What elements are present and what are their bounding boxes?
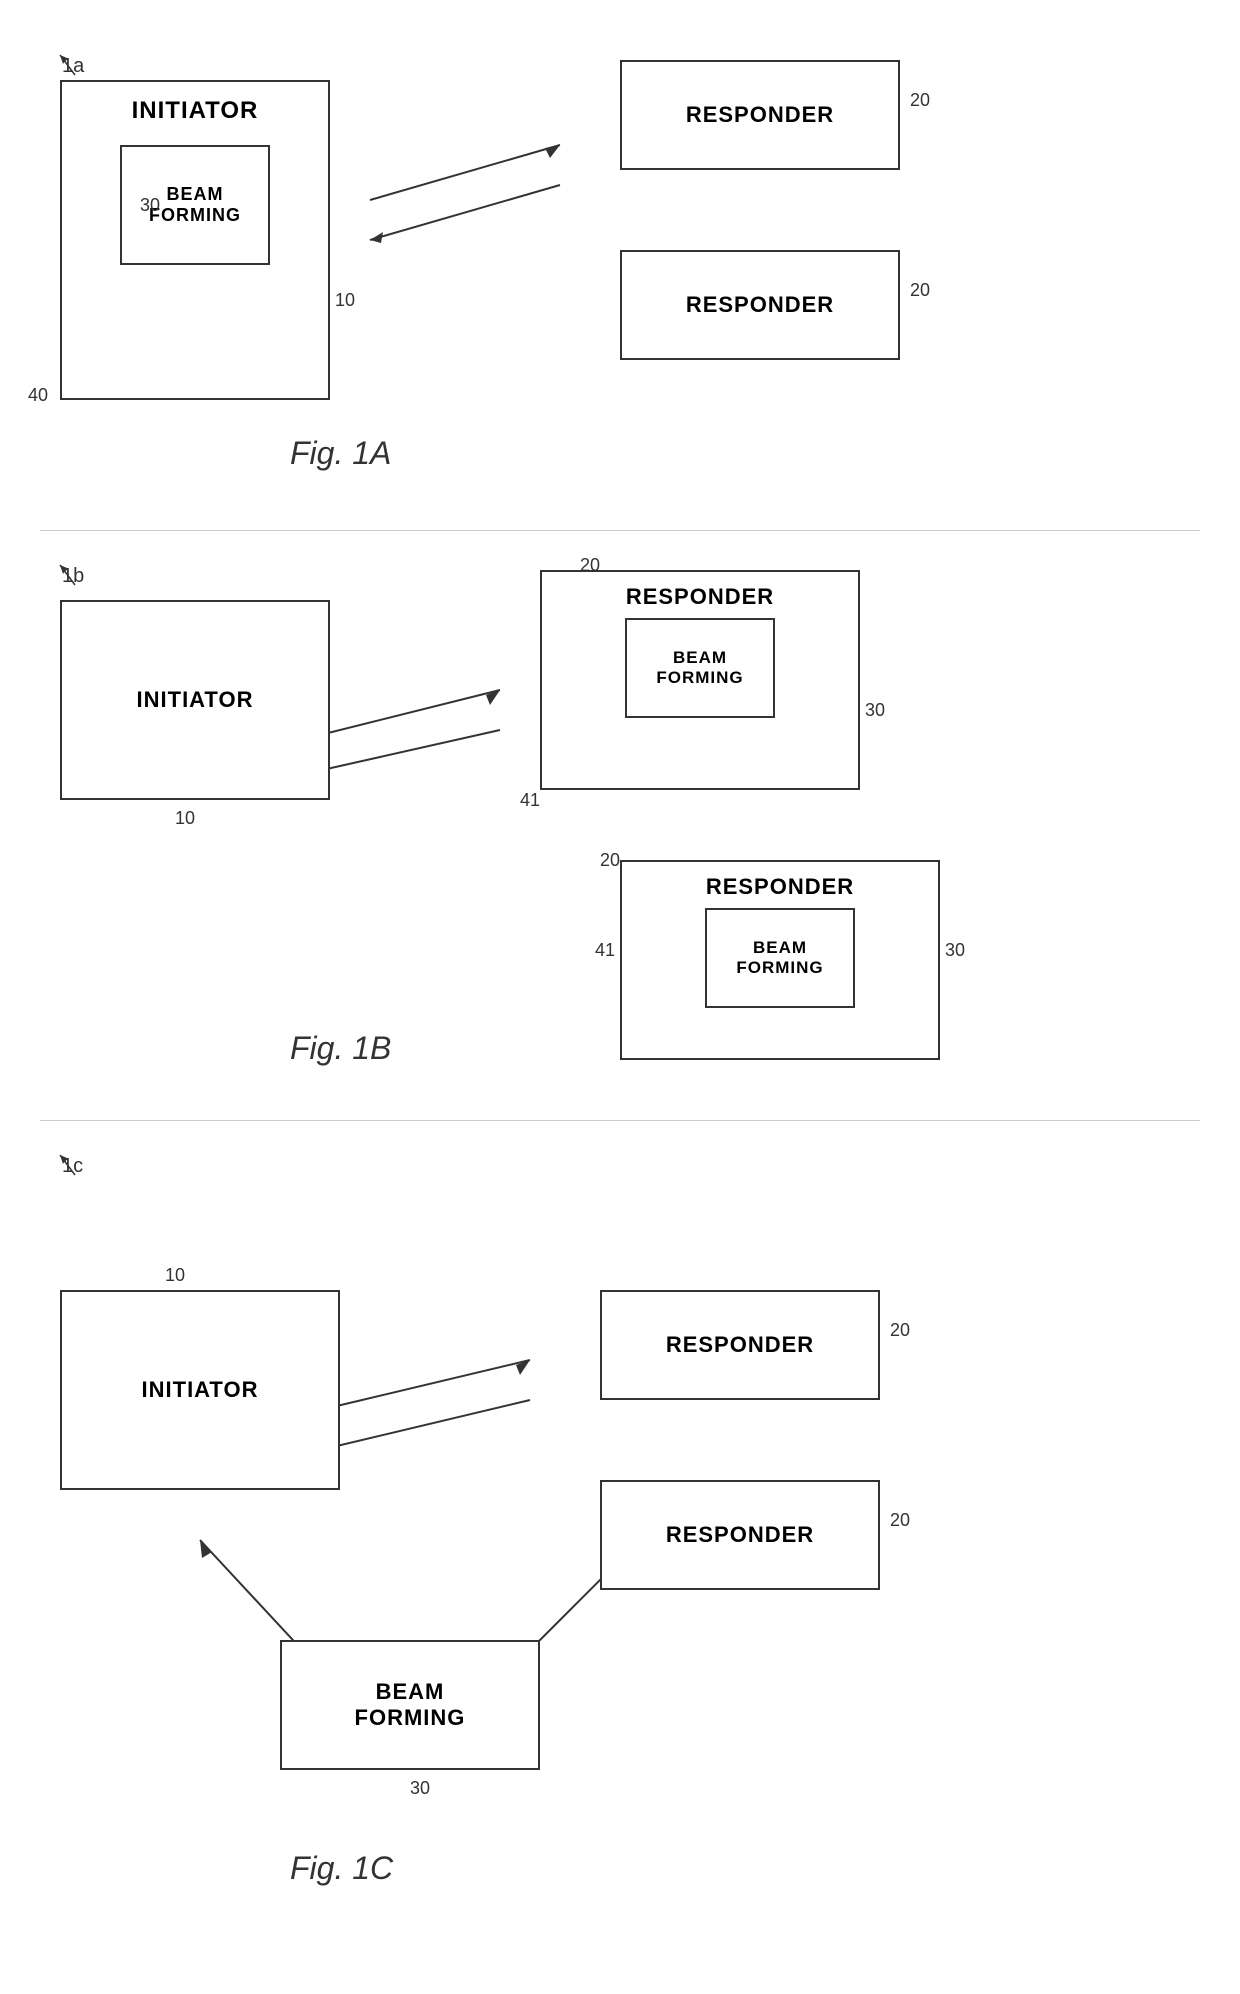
fig1c-label: Fig. 1C bbox=[290, 1850, 393, 1887]
diagram-container: 1a INITIATOR BEAM FORMING 30 10 40 RESPO… bbox=[0, 0, 1240, 1994]
fig1a-responder2-label: RESPONDER bbox=[686, 292, 834, 318]
fig1c-responder2-box: RESPONDER bbox=[600, 1480, 880, 1590]
fig1b-beamforming2-box: BEAM FORMING bbox=[705, 908, 855, 1008]
fig1a-responder1-label: RESPONDER bbox=[686, 102, 834, 128]
fig1c-ref-20-1: 20 bbox=[890, 1320, 910, 1341]
fig1b-ref-30-2: 30 bbox=[945, 940, 965, 961]
fig1c-beamforming-box: BEAM FORMING bbox=[280, 1640, 540, 1770]
fig1c-responder1-label: RESPONDER bbox=[666, 1332, 814, 1358]
fig1c-ref-10: 10 bbox=[165, 1265, 185, 1286]
fig1c-ref-30: 30 bbox=[410, 1778, 430, 1799]
fig1b-responder1-label: RESPONDER bbox=[626, 584, 774, 610]
fig1a-responder1-box: RESPONDER bbox=[620, 60, 900, 170]
separator-2 bbox=[40, 1120, 1200, 1121]
fig1c-initiator-label: INITIATOR bbox=[142, 1377, 259, 1403]
fig1b-ref-10: 10 bbox=[175, 808, 195, 829]
fig1b-beamforming1-box: BEAM FORMING bbox=[625, 618, 775, 718]
fig1a-initiator-box: INITIATOR BEAM FORMING bbox=[60, 80, 330, 400]
fig1c-initiator-box: INITIATOR bbox=[60, 1290, 340, 1490]
fig1a-responder2-box: RESPONDER bbox=[620, 250, 900, 360]
fig1b-initiator-label: INITIATOR bbox=[137, 687, 254, 713]
fig1b-ref-20-2: 20 bbox=[600, 850, 620, 871]
fig1c-beamforming-label: BEAM FORMING bbox=[355, 1679, 466, 1731]
fig1b-initiator-box: INITIATOR bbox=[60, 600, 330, 800]
ref-1b-arrow bbox=[55, 560, 85, 590]
fig1b-ref-41-2: 41 bbox=[595, 940, 615, 961]
fig1a-ref-40: 40 bbox=[28, 385, 48, 406]
fig1b-responder2-label: RESPONDER bbox=[706, 874, 854, 900]
fig1b-responder2-box: RESPONDER BEAM FORMING bbox=[620, 860, 940, 1060]
fig1a-label: Fig. 1A bbox=[290, 435, 391, 472]
fig1b-beamforming1-label: BEAM FORMING bbox=[656, 648, 743, 688]
fig1b-ref-41-1: 41 bbox=[520, 790, 540, 811]
separator-1 bbox=[40, 530, 1200, 531]
fig1a-initiator-label: INITIATOR bbox=[132, 97, 259, 125]
fig1a-ref-20-1: 20 bbox=[910, 90, 930, 111]
fig1a-ref-30: 30 bbox=[140, 195, 160, 216]
ref-1a-arrow bbox=[55, 50, 85, 80]
fig1b-ref-20-1: 20 bbox=[580, 555, 600, 576]
fig1a-ref-20-2: 20 bbox=[910, 280, 930, 301]
fig1a-beamforming-label: BEAM FORMING bbox=[149, 184, 241, 226]
fig1b-ref-30-1: 30 bbox=[865, 700, 885, 721]
fig1b-responder1-box: RESPONDER BEAM FORMING bbox=[540, 570, 860, 790]
ref-1c-arrow bbox=[55, 1150, 85, 1180]
fig1a-ref-10: 10 bbox=[335, 290, 355, 311]
fig1b-beamforming2-label: BEAM FORMING bbox=[736, 938, 823, 978]
fig1c-responder1-box: RESPONDER bbox=[600, 1290, 880, 1400]
fig1b-label: Fig. 1B bbox=[290, 1030, 391, 1067]
fig1c-responder2-label: RESPONDER bbox=[666, 1522, 814, 1548]
fig1c-ref-20-2: 20 bbox=[890, 1510, 910, 1531]
